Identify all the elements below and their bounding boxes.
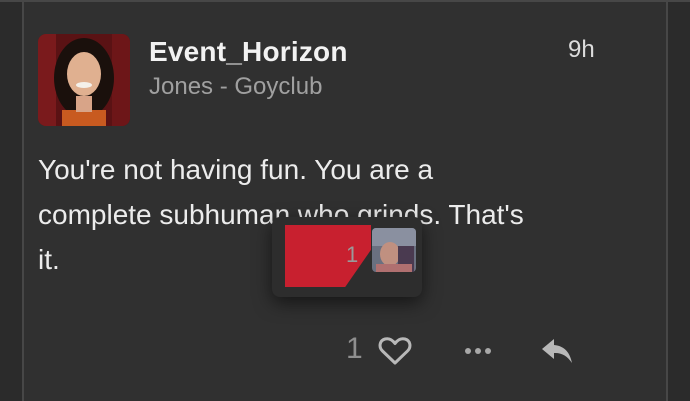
post-actions: 1 <box>0 330 690 374</box>
user-title: Jones - Goyclub <box>149 73 323 100</box>
post-timestamp[interactable]: 9h <box>568 36 595 64</box>
reaction-popup[interactable]: 1 <box>272 217 422 297</box>
reaction-count: 1 <box>346 242 359 267</box>
like-count: 1 <box>346 332 363 365</box>
reaction-thumbnail[interactable] <box>372 228 416 272</box>
more-icon[interactable] <box>464 346 492 356</box>
avatar-image <box>38 34 130 126</box>
reply-icon[interactable] <box>540 336 574 366</box>
reaction-thumbnail-image <box>372 228 416 272</box>
username[interactable]: Event_Horizon <box>149 36 348 68</box>
avatar[interactable] <box>38 34 130 126</box>
post-text-line: You're not having fun. You are a <box>38 154 434 185</box>
post-top-border <box>0 0 690 2</box>
heart-icon[interactable] <box>378 336 412 366</box>
